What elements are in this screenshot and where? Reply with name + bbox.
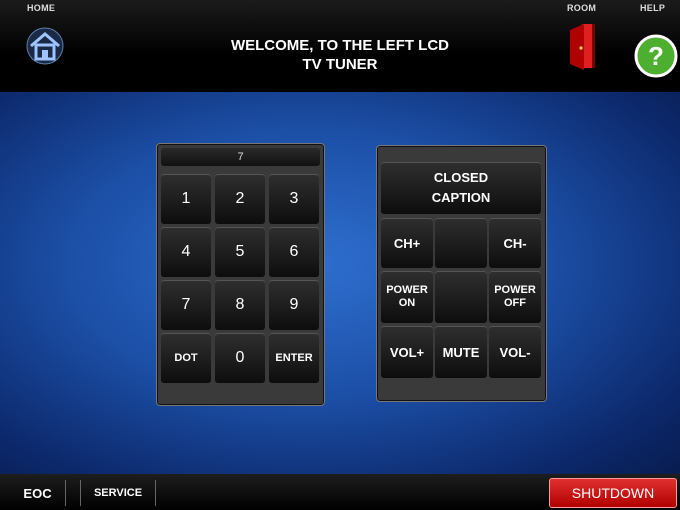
key-6[interactable]: 6 xyxy=(269,227,319,277)
key-2[interactable]: 2 xyxy=(215,174,265,224)
key-4[interactable]: 4 xyxy=(161,227,211,277)
key-1[interactable]: 1 xyxy=(161,174,211,224)
service-button[interactable]: SERVICE xyxy=(80,480,156,506)
door-icon[interactable] xyxy=(568,20,604,72)
key-3[interactable]: 3 xyxy=(269,174,319,224)
eoc-button[interactable]: EOC xyxy=(10,480,66,506)
home-icon[interactable] xyxy=(23,24,67,68)
key-dot[interactable]: DOT xyxy=(161,333,211,383)
header-bar: HOME ROOM HELP WELCOME, TO THE LEFT LCD … xyxy=(0,0,680,92)
channel-down-button[interactable]: CH- xyxy=(489,218,541,268)
page-title: WELCOME, TO THE LEFT LCD xyxy=(230,37,450,54)
tv-control-panel: CLOSED CAPTION CH+ CH- POWER ON POWER OF… xyxy=(376,145,547,402)
main-area xyxy=(0,92,680,474)
channel-up-button[interactable]: CH+ xyxy=(381,218,433,268)
svg-text:?: ? xyxy=(648,41,664,71)
shutdown-button[interactable]: SHUTDOWN xyxy=(549,478,677,508)
keypad-panel: 7 1 2 3 4 5 6 7 8 9 DOT 0 ENTER xyxy=(156,143,325,406)
help-label: HELP xyxy=(640,3,666,13)
key-7[interactable]: 7 xyxy=(161,280,211,330)
volume-down-button[interactable]: VOL- xyxy=(489,326,541,378)
help-icon[interactable]: ? xyxy=(634,34,678,78)
key-9[interactable]: 9 xyxy=(269,280,319,330)
footer-bar: EOC SERVICE SHUTDOWN xyxy=(0,474,680,510)
power-on-button[interactable]: POWER ON xyxy=(381,271,433,323)
key-0[interactable]: 0 xyxy=(215,333,265,383)
channel-display: 7 xyxy=(161,148,320,166)
volume-up-button[interactable]: VOL+ xyxy=(381,326,433,378)
home-label: HOME xyxy=(27,3,56,13)
power-off-button[interactable]: POWER OFF xyxy=(489,271,541,323)
mute-button[interactable]: MUTE xyxy=(435,326,487,378)
key-enter[interactable]: ENTER xyxy=(269,333,319,383)
blank-button xyxy=(435,271,487,323)
closed-caption-button[interactable]: CLOSED CAPTION xyxy=(381,162,541,214)
key-5[interactable]: 5 xyxy=(215,227,265,277)
blank-button xyxy=(435,218,487,268)
key-8[interactable]: 8 xyxy=(215,280,265,330)
room-label: ROOM xyxy=(567,3,597,13)
page-subtitle: TV TUNER xyxy=(302,56,378,73)
